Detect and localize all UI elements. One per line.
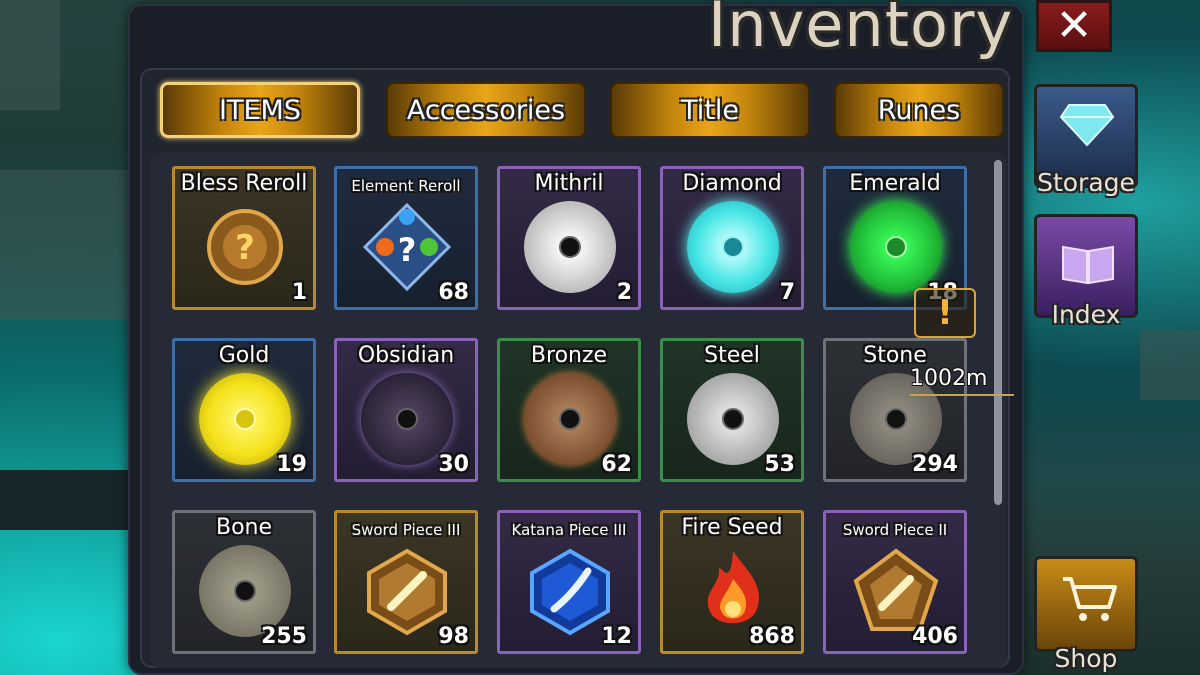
item-card[interactable]: ? Element Reroll 68	[334, 166, 478, 310]
quest-alert[interactable]: !	[914, 288, 976, 338]
item-card[interactable]: Mithril 2	[497, 166, 641, 310]
item-card[interactable]: ? Bless Reroll 1	[172, 166, 316, 310]
item-name: Obsidian	[357, 343, 455, 368]
item-card[interactable]: Obsidian 30	[334, 338, 478, 482]
item-count: 1	[291, 280, 307, 305]
item-name: Katana Piece III	[511, 521, 627, 539]
diamond-disc-icon	[687, 201, 779, 293]
tab-label: ITEMS	[219, 94, 301, 126]
background-ledge	[0, 470, 130, 530]
item-count: 68	[438, 280, 469, 305]
item-card[interactable]: Bronze 62	[497, 338, 641, 482]
item-card[interactable]: Sword Piece II 406	[823, 510, 967, 654]
item-name: Bronze	[530, 343, 608, 368]
item-card[interactable]: Gold 19	[172, 338, 316, 482]
item-name: Diamond	[682, 171, 782, 196]
distance-marker: 1002m	[910, 366, 988, 391]
tab-label: Title	[681, 94, 739, 126]
grid-scrollbar[interactable]	[994, 160, 1002, 505]
item-count: 19	[276, 452, 307, 477]
tab-accessories[interactable]: Accessories	[386, 82, 586, 138]
cart-icon	[1061, 575, 1117, 627]
item-name: Steel	[704, 343, 760, 368]
item-card[interactable]: Diamond 7	[660, 166, 804, 310]
tab-items[interactable]: ITEMS	[160, 82, 360, 138]
background-pillar	[0, 0, 60, 110]
item-name: Sword Piece II	[842, 521, 948, 539]
item-count: 7	[779, 280, 795, 305]
item-card[interactable]: Steel 53	[660, 338, 804, 482]
background-wall	[0, 170, 130, 320]
item-name: Stone	[863, 343, 927, 368]
inventory-title: Inventory	[708, 0, 1014, 61]
index-label: Index	[1051, 300, 1121, 329]
tab-title[interactable]: Title	[610, 82, 810, 138]
shop-button[interactable]	[1034, 556, 1138, 652]
mithril-disc-icon	[524, 201, 616, 293]
item-name: Emerald	[849, 171, 941, 196]
tab-label: Runes	[877, 94, 961, 126]
item-name: Gold	[218, 343, 270, 368]
item-count: 868	[749, 624, 795, 649]
item-name: Element Reroll	[351, 177, 461, 195]
item-count: 2	[616, 280, 632, 305]
item-count: 53	[764, 452, 795, 477]
close-icon: ✕	[1055, 0, 1093, 51]
item-name: Sword Piece III	[351, 521, 461, 539]
background-block	[1140, 330, 1200, 400]
tab-label: Accessories	[406, 94, 566, 126]
item-card[interactable]: Katana Piece III 12	[497, 510, 641, 654]
item-card[interactable]: Bone 255	[172, 510, 316, 654]
item-name: Bone	[215, 515, 273, 540]
item-name: Fire Seed	[681, 515, 783, 540]
item-name: Mithril	[534, 171, 604, 196]
item-card[interactable]: Stone 294	[823, 338, 967, 482]
item-count: 30	[438, 452, 469, 477]
bless-reroll-icon: ?	[199, 201, 291, 293]
exclamation-icon: !	[937, 293, 953, 333]
item-count: 98	[438, 624, 469, 649]
diamond-icon	[1059, 103, 1115, 151]
item-count: 255	[261, 624, 307, 649]
item-card[interactable]: Fire Seed 868	[660, 510, 804, 654]
item-count: 12	[601, 624, 632, 649]
item-count: 406	[912, 624, 958, 649]
tab-runes[interactable]: Runes	[834, 82, 1004, 138]
distance-underline	[910, 394, 1014, 396]
item-count: 62	[601, 452, 632, 477]
book-icon	[1059, 241, 1117, 289]
storage-label: Storage	[1037, 168, 1135, 197]
svg-text:?: ?	[235, 228, 255, 268]
shop-label: Shop	[1054, 644, 1118, 673]
item-count: 294	[912, 452, 958, 477]
svg-text:?: ?	[398, 231, 417, 269]
item-name: Bless Reroll	[180, 171, 308, 196]
close-button[interactable]: ✕	[1036, 0, 1112, 52]
item-card[interactable]: Sword Piece III 98	[334, 510, 478, 654]
